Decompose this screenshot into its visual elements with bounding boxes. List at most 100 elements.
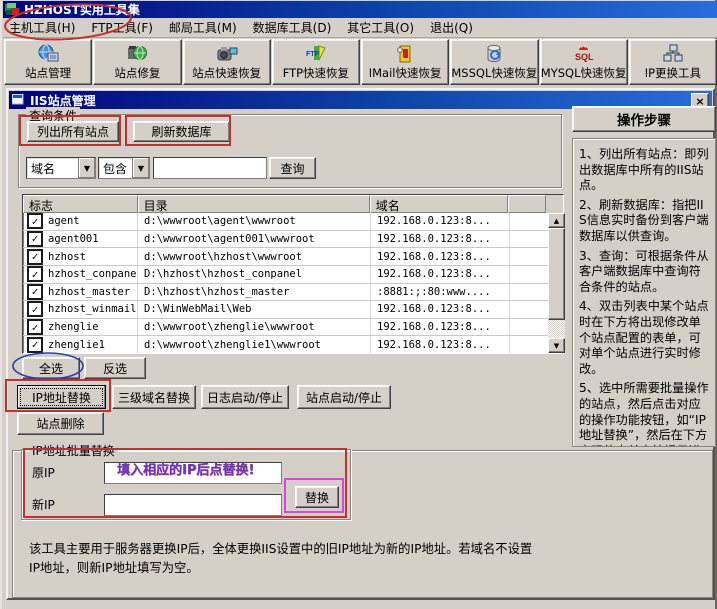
delete-site-button[interactable]: 站点删除 [17,412,104,435]
row-checkbox[interactable]: ✓ [28,302,42,316]
toolbar-label: 站点管理 [25,65,71,81]
toolbar-imail-restore-button[interactable]: IMail快速恢复 [361,39,449,85]
table-row[interactable]: ✓hzhost_winmail D:\WinWebMail\Web 192.16… [23,301,548,319]
toolbar-label: FTP快速恢复 [283,65,349,81]
toolbar-site-repair-button[interactable]: 站点修复 [93,39,181,85]
table-row[interactable]: ✓agent001 d:\wwwroot\agent001\wwwroot 19… [23,231,548,249]
row-checkbox[interactable]: ✓ [28,320,42,334]
table-body: ✓agent d:\wwwroot\agent\wwwroot 192.168.… [23,213,548,353]
vertical-scrollbar[interactable]: ▲ ▼ [548,213,565,353]
toolbar-ftp-restore-button[interactable]: FTP FTP快速恢复 [272,39,360,85]
col-dir[interactable]: 目录 [138,195,370,213]
table-row[interactable]: ✓agent d:\wwwroot\agent\wwwroot 192.168.… [23,213,548,231]
ip-change-icon [662,42,684,65]
toolbar-label: IP更换工具 [645,65,701,81]
ip-replace-button[interactable]: IP地址替换 [17,385,106,409]
toolbar-ip-change-button[interactable]: IP更换工具 [629,39,717,85]
search-button[interactable]: 查询 [269,157,316,179]
svg-text:FTP: FTP [306,51,320,58]
iis-site-manager-dialog: IIS站点管理 × 查询条件 列出所有站点 刷新数据库 域名 ▼ 包含 ▼ 查询… [6,88,715,600]
table-row[interactable]: ✓zhenglie d:\wwwroot\zhenglie\wwwroot 19… [23,319,548,337]
steps-header: 操作步骤 [572,106,716,132]
row-checkbox[interactable]: ✓ [28,214,42,228]
toolbar-mysql-restore-button[interactable]: SQL MYSQL快速恢复 [540,39,628,85]
table-row[interactable]: ✓hzhost d:\wwwroot\hzhost\wwwroot 192.16… [23,248,548,266]
dialog-icon [12,94,26,106]
replace-button[interactable]: 替换 [295,486,339,508]
keyword-input[interactable] [153,157,267,179]
scroll-up-icon[interactable]: ▲ [548,213,565,228]
row-checkbox[interactable]: ✓ [28,267,42,281]
ftp-restore-icon: FTP [305,42,327,65]
new-ip-input[interactable] [104,494,282,516]
operator-select[interactable]: 包含 ▼ [98,157,150,179]
table-row[interactable]: ✓hzhost_conpanel D:\hzhost\hzhost_conpan… [23,266,548,284]
step-item: 1、列出所有站点：即列出数据库中所有的IIS站点。 [579,147,710,194]
invert-selection-button[interactable]: 反选 [84,357,146,379]
app-icon [5,3,20,16]
toolbar-label: MYSQL快速恢复 [541,65,627,81]
row-checkbox[interactable]: ✓ [28,285,42,299]
main-titlebar: HZHOST实用工具集 [3,1,717,18]
menu-ftp-tools[interactable]: FTP工具(F) [85,18,163,38]
scrollbar-thumb[interactable] [548,228,565,320]
list-all-sites-button[interactable]: 列出所有站点 [27,121,119,142]
toolbar: 站点管理 站点修复 站点快速恢复 FTP FTP快速恢复 IMail快速恢复 [3,38,717,86]
note-line-1: 该工具主要用于服务器更换IP后，全体更换IIS设置中的旧IP地址为新的IP地址。… [29,540,694,559]
toolbar-site-restore-button[interactable]: 站点快速恢复 [183,39,271,85]
row-checkbox[interactable]: ✓ [28,338,42,352]
col-flag[interactable]: 标志 [23,195,138,213]
row-checkbox[interactable]: ✓ [28,250,42,264]
menu-bar: 主机工具(H) FTP工具(F) 邮局工具(M) 数据库工具(D) 其它工具(O… [3,18,717,38]
toolbar-mssql-restore-button[interactable]: MSSQL快速恢复 [450,39,538,85]
note-line-2: IP地址，则新IP地址填写为空。 [29,559,694,578]
menu-db-tools[interactable]: 数据库工具(D) [247,18,342,38]
site-toggle-button[interactable]: 站点启动/停止 [297,385,391,409]
col-domain[interactable]: 域名 [370,195,508,213]
table-row[interactable]: ✓zhenglie1 d:\wwwroot\zhenglie1\wwwroot … [23,336,548,353]
toolbar-label: IMail快速恢复 [369,65,442,81]
steps-box: 1、列出所有站点：即列出数据库中所有的IIS站点。 2、刷新数据库：指把IIS信… [572,138,716,447]
row-checkbox[interactable]: ✓ [28,232,42,246]
toolbar-site-manage-button[interactable]: 站点管理 [4,39,92,85]
tool-note: 该工具主要用于服务器更换IP后，全体更换IIS设置中的旧IP地址为新的IP地址。… [29,540,694,578]
site-restore-icon [215,42,239,65]
toolbar-label: 站点快速恢复 [192,65,261,81]
main-window: HZHOST实用工具集 主机工具(H) FTP工具(F) 邮局工具(M) 数据库… [0,0,717,609]
window-title: HZHOST实用工具集 [24,1,140,18]
imail-restore-icon [395,42,415,65]
menu-host-tools[interactable]: 主机工具(H) [3,18,85,38]
svg-text:SQL: SQL [575,52,594,62]
col-scroll-spacer [546,195,563,213]
menu-exit[interactable]: 退出(Q) [424,18,483,38]
table-header: 标志 目录 域名 [23,195,563,213]
mysql-restore-icon: SQL [572,42,596,65]
menu-mail-tools[interactable]: 邮局工具(M) [163,18,247,38]
scroll-down-icon[interactable]: ▼ [548,338,565,353]
old-ip-label: 原IP [32,464,55,481]
field-select-value: 域名 [27,160,78,177]
subdomain-replace-button[interactable]: 三级域名替换 [112,385,196,409]
chevron-down-icon[interactable]: ▼ [132,158,149,178]
toolbar-label: MSSQL快速恢复 [451,65,537,81]
step-item: 4、双击列表中某个站点时在下方将出现修改单个站点配置的表单，可对单个站点进行实时… [579,299,710,377]
field-select[interactable]: 域名 ▼ [26,157,96,179]
chevron-down-icon[interactable]: ▼ [78,158,95,178]
menu-other-tools[interactable]: 其它工具(O) [341,18,424,38]
log-toggle-button[interactable]: 日志启动/停止 [201,385,289,409]
dialog-title: IIS站点管理 [30,92,96,109]
operator-select-value: 包含 [99,160,132,177]
site-table[interactable]: 标志 目录 域名 ✓agent d:\wwwroot\agent\wwwroot… [22,194,564,354]
step-item: 3、查询：可根据条件从客户端数据库中查询符合条件的站点。 [579,249,710,296]
toolbar-label: 站点修复 [114,65,160,81]
step-item: 2、刷新数据库：指把IIS信息实时备份到客户端数据库以供查询。 [579,198,710,245]
refresh-database-button[interactable]: 刷新数据库 [133,121,230,142]
select-all-button[interactable]: 全选 [22,357,80,379]
site-repair-icon [126,42,148,65]
ip-batch-replace-label: IP地址批量替换 [29,442,118,459]
site-manage-icon [37,42,59,65]
old-ip-input[interactable] [104,462,282,484]
mssql-restore-icon [484,42,504,65]
scrollbar-track[interactable] [548,320,565,338]
table-row[interactable]: ✓hzhost_master D:\hzhost\hzhost_master :… [23,284,548,302]
